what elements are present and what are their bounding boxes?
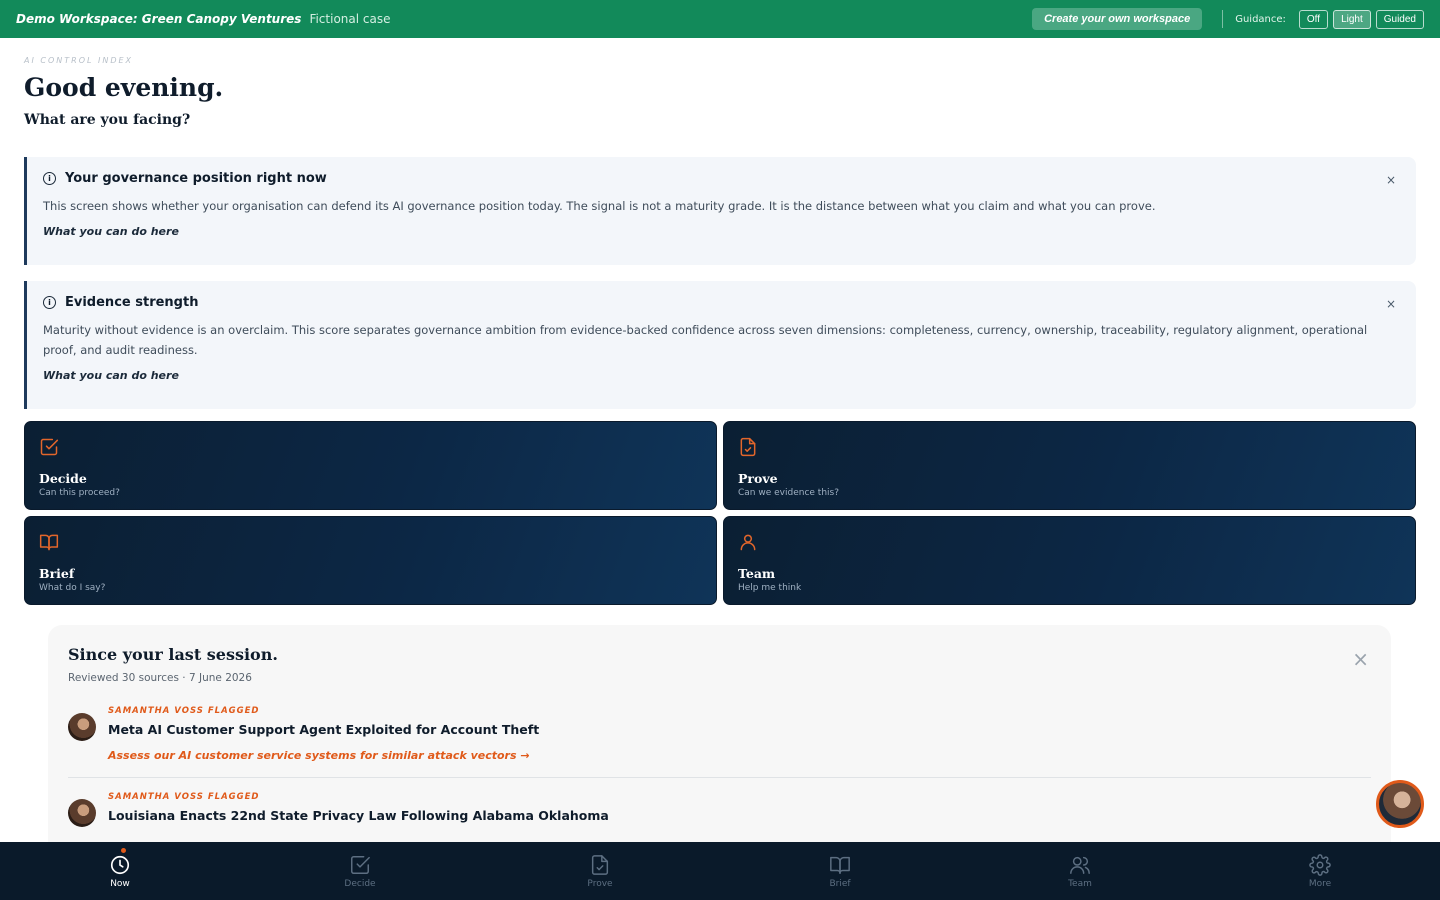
avatar [68,713,96,741]
close-icon[interactable]: × [1386,173,1396,187]
user-icon [740,534,756,551]
nav-item-brief[interactable]: Brief [720,842,960,900]
tile-subtitle: Can this proceed? [39,488,120,498]
tile-brief[interactable]: Brief What do I say? [24,516,717,605]
file-check-icon [740,437,756,457]
workspace-subtitle: Fictional case [309,12,391,26]
tile-subtitle: What do I say? [39,583,106,593]
divider [1222,10,1224,28]
session-summary-panel: Since your last session. Reviewed 30 sou… [48,625,1391,865]
info-card-body: Maturity without evidence is an overclai… [43,323,1368,357]
close-icon[interactable]: × [1352,647,1369,671]
gear-icon [1309,853,1331,876]
list-item[interactable]: SAMANTHA VOSS FLAGGED Meta AI Customer S… [68,706,1371,762]
tile-title: Prove [738,471,778,486]
what-you-can-do-link[interactable]: What you can do here [43,369,1396,382]
item-headline[interactable]: Louisiana Enacts 22nd State Privacy Law … [108,808,1371,823]
check-square-icon [351,855,370,874]
avatar [68,799,96,827]
divider [68,777,1371,778]
info-icon: i [43,296,56,309]
clock-icon [110,855,130,874]
info-card-body: This screen shows whether your organisat… [43,199,1156,213]
check-square-icon [40,438,59,456]
book-open-icon [39,534,59,551]
nav-item-team[interactable]: Team [960,842,1200,900]
nav-item-decide[interactable]: Decide [240,842,480,900]
workspace-title: Demo Workspace: Green Canopy Ventures [16,12,302,26]
file-check-icon [591,854,609,875]
session-meta: Reviewed 30 sources · 7 June 2026 [68,672,252,684]
users-icon [1070,856,1090,874]
guidance-off-button[interactable]: Off [1298,9,1329,29]
session-title: Since your last session. [68,645,278,664]
info-icon: i [43,172,56,185]
guidance-light-button[interactable]: Light [1333,9,1371,29]
tile-title: Team [738,566,776,581]
info-card-title: Evidence strength [65,295,199,310]
item-action-link[interactable]: Assess our AI customer service systems f… [108,749,1371,762]
create-workspace-button[interactable]: Create your own workspace [1032,8,1203,30]
flag-label: SAMANTHA VOSS FLAGGED [108,792,260,802]
nav-label: Now [110,878,130,889]
nav-item-now[interactable]: Now [0,842,240,900]
nav-label: Brief [829,878,851,889]
tile-title: Decide [39,471,87,486]
list-item[interactable]: SAMANTHA VOSS FLAGGED Louisiana Enacts 2… [68,792,1371,827]
item-headline[interactable]: Meta AI Customer Support Agent Exploited… [108,722,1371,737]
book-open-icon [830,856,850,874]
page-subtitle: What are you facing? [24,112,191,128]
guidance-label: Guidance: [1235,13,1286,25]
nav-label: Prove [587,878,613,889]
tile-title: Brief [39,566,75,581]
tile-subtitle: Can we evidence this? [738,488,839,498]
assistant-avatar-button[interactable] [1376,780,1424,828]
flag-label: SAMANTHA VOSS FLAGGED [108,706,260,716]
main-content: AI CONTROL INDEX Good evening. What are … [24,38,1416,128]
guidance-guided-button[interactable]: Guided [1375,9,1424,29]
nav-label: Decide [344,878,376,889]
notification-dot [121,848,126,853]
nav-label: More [1308,878,1332,889]
info-card-title: Your governance position right now [65,171,327,186]
eyebrow: AI CONTROL INDEX [24,56,134,65]
tile-decide[interactable]: Decide Can this proceed? [24,421,717,510]
workspace-banner: Demo Workspace: Green Canopy Ventures Fi… [0,0,1440,38]
page-title: Good evening. [24,73,224,102]
tile-subtitle: Help me think [738,583,802,593]
nav-item-prove[interactable]: Prove [480,842,720,900]
tile-prove[interactable]: Prove Can we evidence this? [723,421,1416,510]
tile-team[interactable]: Team Help me think [723,516,1416,605]
info-card-governance: i Your governance position right now × T… [24,157,1416,265]
what-you-can-do-link[interactable]: What you can do here [43,225,1396,238]
close-icon[interactable]: × [1386,297,1396,311]
nav-item-more[interactable]: More [1200,842,1440,900]
info-card-evidence: i Evidence strength × Maturity without e… [24,281,1416,409]
bottom-nav: Now Decide Prove Brief Team More [0,842,1440,900]
nav-label: Team [1068,878,1092,889]
